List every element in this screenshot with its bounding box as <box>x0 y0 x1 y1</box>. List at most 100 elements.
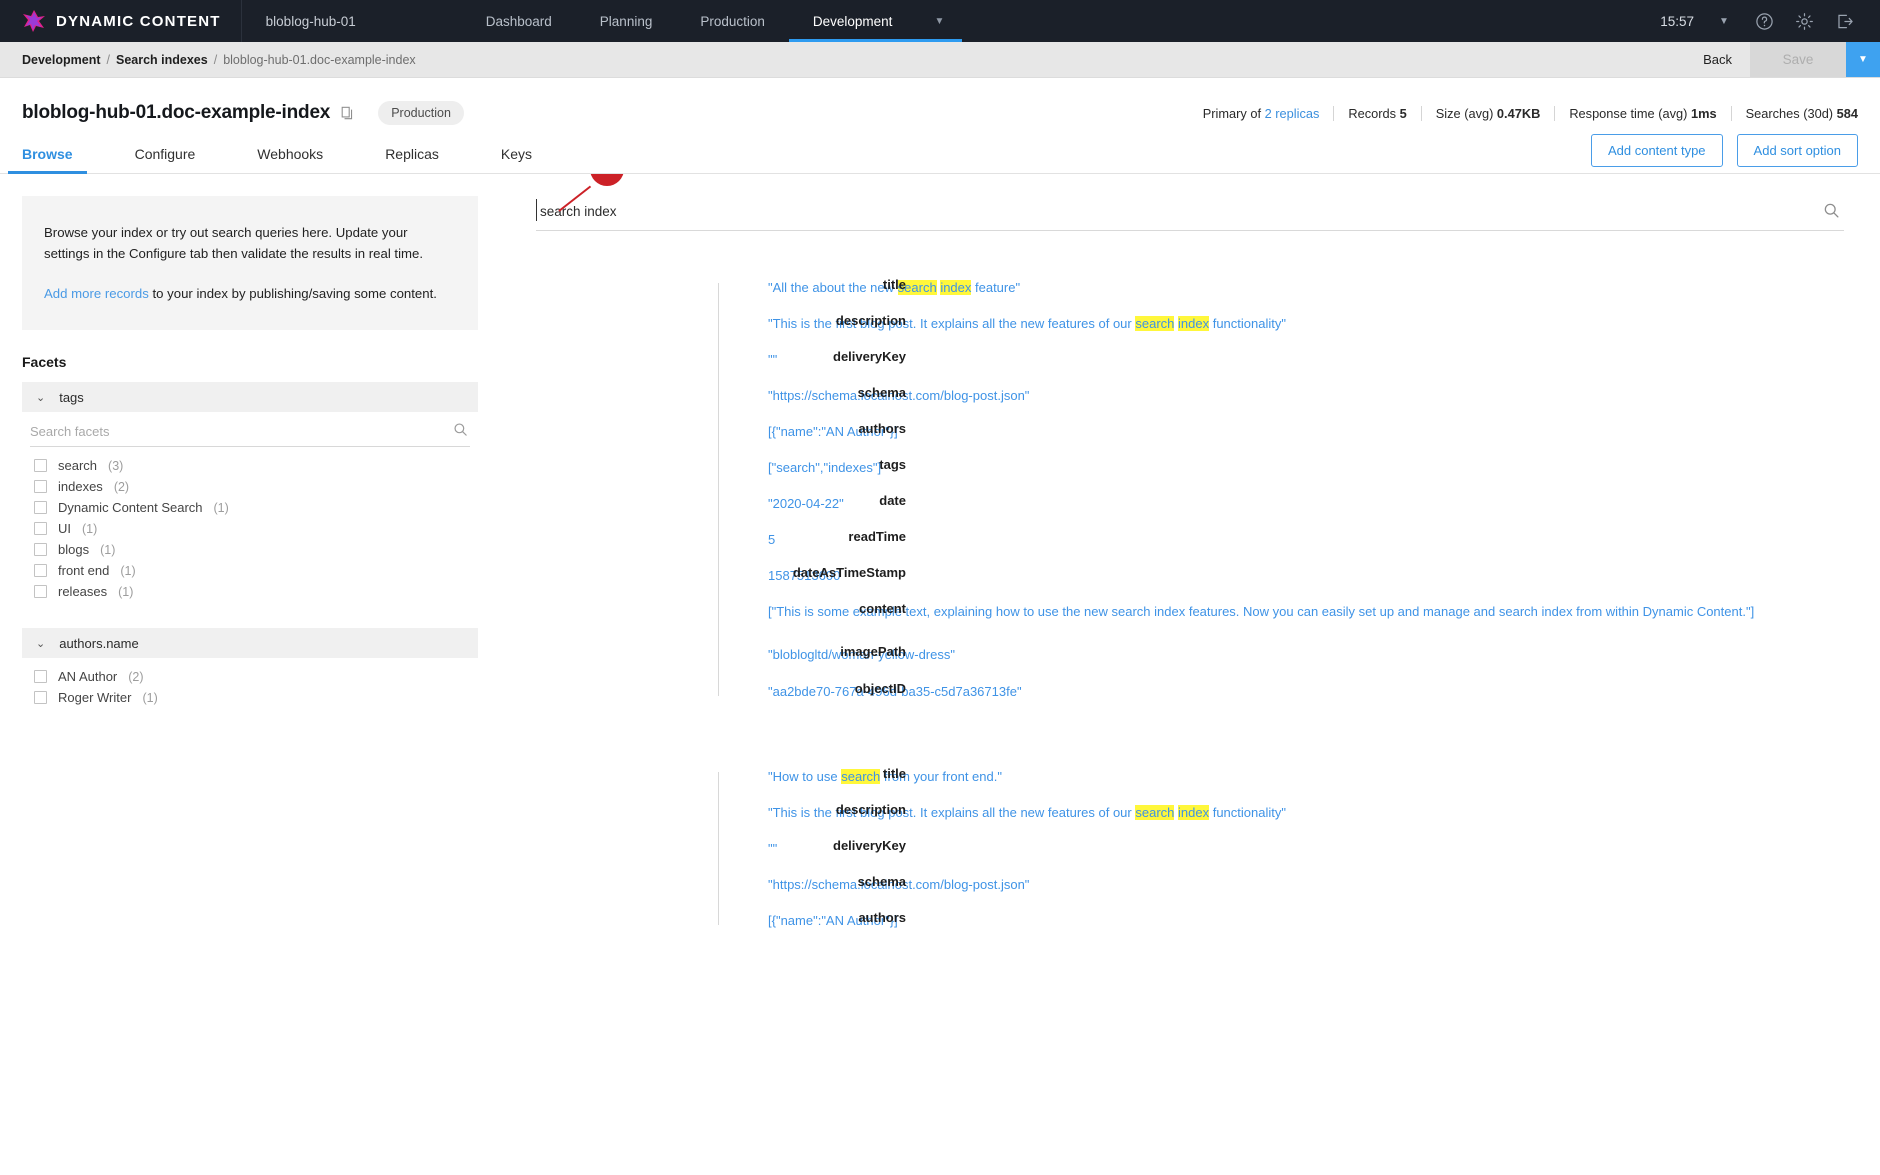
back-button[interactable]: Back <box>1685 42 1750 77</box>
stat-searches: Searches (30d) 584 <box>1732 106 1858 121</box>
facet-item-front-end[interactable]: front end (1) <box>22 560 478 581</box>
chevron-down-icon: ⌄ <box>36 637 46 650</box>
facet-item-dynamic-content-search[interactable]: Dynamic Content Search (1) <box>22 497 478 518</box>
checkbox-icon[interactable] <box>34 543 47 557</box>
nav-item-planning[interactable]: Planning <box>576 0 677 42</box>
tab-configure[interactable]: Configure <box>135 146 196 173</box>
clock: 15:57 <box>1660 13 1694 29</box>
brand-logo[interactable]: DYNAMIC CONTENT <box>0 0 242 42</box>
checkbox-icon[interactable] <box>34 501 47 515</box>
facet-item-an-author[interactable]: AN Author (2) <box>22 666 478 687</box>
stat-response-time-label: Response time (avg) <box>1569 105 1688 121</box>
record-field: tags ["search","indexes"] <box>736 457 1844 478</box>
facet-group-tags: ⌄ tags search (3) index <box>22 382 478 602</box>
hub-selector[interactable]: bloblog-hub-01 <box>242 0 380 42</box>
facet-item-label: Roger Writer <box>58 690 132 706</box>
field-key: deliveryKey <box>833 349 906 365</box>
field-key: schema <box>857 873 906 889</box>
help-icon[interactable] <box>1744 0 1784 42</box>
stat-replicas-label: Primary of <box>1202 105 1262 121</box>
checkbox-icon[interactable] <box>34 480 47 494</box>
tab-webhooks[interactable]: Webhooks <box>257 146 323 173</box>
facet-item-label: indexes <box>58 479 103 495</box>
record-field: authors [{"name":"AN Author"}] <box>736 421 1844 442</box>
facet-item-label: releases <box>58 584 108 600</box>
facet-group-header-authors-name[interactable]: ⌄ authors.name <box>22 628 478 659</box>
add-records-rest: to your index by publishing/saving some … <box>148 285 437 301</box>
tab-replicas[interactable]: Replicas <box>385 146 439 173</box>
search-index-bar <box>536 199 1844 231</box>
tab-keys[interactable]: Keys <box>501 146 532 173</box>
record-field: date "2020-04-22" <box>736 493 1844 514</box>
breadcrumb-item-search-indexes[interactable]: Search indexes <box>116 53 208 67</box>
record-field: schema "https://schema.localhost.com/blo… <box>736 874 1844 895</box>
facets-sidebar: Browse your index or try out search quer… <box>0 174 500 1175</box>
browse-info-text: Browse your index or try out search quer… <box>44 225 423 262</box>
record-field: dateAsTimeStamp 1587513600 <box>736 565 1844 586</box>
search-icon[interactable] <box>1823 202 1840 224</box>
chevron-down-icon[interactable]: ▼ <box>892 0 963 42</box>
nav-item-development[interactable]: Development <box>788 0 917 42</box>
search-input[interactable] <box>536 202 1844 221</box>
add-content-type-button[interactable]: Add content type <box>1590 134 1723 167</box>
facet-item-label: UI <box>58 521 71 537</box>
stat-replicas-value[interactable]: 2 replicas <box>1265 106 1320 121</box>
field-key: schema <box>857 385 906 401</box>
record-field: description "This is the first blog post… <box>736 802 1844 823</box>
top-navigation-bar: DYNAMIC CONTENT bloblog-hub-01 Dashboard… <box>0 0 1880 42</box>
checkbox-icon[interactable] <box>34 459 47 473</box>
breadcrumb-separator: / <box>213 52 218 67</box>
checkbox-icon[interactable] <box>34 585 47 599</box>
environment-badge: Production <box>378 101 464 125</box>
stat-response-time: Response time (avg) 1ms <box>1555 105 1732 121</box>
facet-group-label-tags: tags <box>59 389 84 405</box>
facet-group-authors-name: ⌄ authors.name AN Author (2) Roger Write… <box>22 628 478 708</box>
brand-name: DYNAMIC CONTENT <box>56 12 221 30</box>
checkbox-icon[interactable] <box>34 522 47 536</box>
facet-item-roger-writer[interactable]: Roger Writer (1) <box>22 687 478 708</box>
facet-item-count: (1) <box>82 521 98 536</box>
stat-records: Records 5 <box>1334 105 1422 121</box>
record-field: title "All the about the new search inde… <box>736 277 1844 298</box>
search-icon[interactable] <box>453 422 468 442</box>
page-body: Browse your index or try out search quer… <box>0 174 1880 1175</box>
add-sort-option-button[interactable]: Add sort option <box>1736 134 1858 167</box>
stat-size-value: 0.47KB <box>1496 105 1541 121</box>
nav-item-production[interactable]: Production <box>676 0 789 42</box>
facet-list-tags: search (3) indexes (2) Dynamic Content S… <box>22 447 478 602</box>
checkbox-icon[interactable] <box>34 670 47 684</box>
nav-item-dashboard[interactable]: Dashboard <box>462 0 576 42</box>
main-nav-items: Dashboard Planning Production Developmen… <box>462 0 963 42</box>
field-key: imagePath <box>840 644 906 660</box>
top-nav-right-cluster: 15:57 ▼ <box>1650 0 1880 42</box>
logout-icon[interactable] <box>1824 0 1864 42</box>
facet-item-count: (1) <box>142 690 158 705</box>
record-field: objectID "aa2bde70-767a-496d-ba35-c5d7a3… <box>736 681 1844 702</box>
browse-info-box: Browse your index or try out search quer… <box>22 196 478 331</box>
facet-search-wrapper <box>30 418 470 448</box>
breadcrumb-separator: / <box>106 52 110 67</box>
facet-item-releases[interactable]: releases (1) <box>22 581 478 602</box>
facet-list-authors-name: AN Author (2) Roger Writer (1) <box>22 658 478 708</box>
checkbox-icon[interactable] <box>34 691 47 705</box>
tab-browse[interactable]: Browse <box>8 146 87 174</box>
copy-icon[interactable] <box>340 106 354 120</box>
facet-item-indexes[interactable]: indexes (2) <box>22 476 478 497</box>
checkbox-icon[interactable] <box>34 564 47 578</box>
field-key: description <box>835 313 906 329</box>
facet-item-label: Dynamic Content Search <box>58 500 203 516</box>
facet-item-blogs[interactable]: blogs (1) <box>22 539 478 560</box>
breadcrumb-item-development[interactable]: Development <box>22 53 101 67</box>
facet-item-ui[interactable]: UI (1) <box>22 518 478 539</box>
add-more-records-link[interactable]: Add more records <box>44 286 149 301</box>
facet-item-search[interactable]: search (3) <box>22 455 478 476</box>
gear-icon[interactable] <box>1784 0 1824 42</box>
tab-bar-actions: Add content type Add sort option <box>1590 134 1858 173</box>
facet-group-header-tags[interactable]: ⌄ tags <box>22 382 478 413</box>
clock-chevron-down-icon[interactable]: ▼ <box>1704 0 1744 42</box>
field-key: content <box>859 601 906 617</box>
facet-item-label: search <box>58 458 98 474</box>
facet-search-input[interactable] <box>30 418 470 447</box>
field-key: deliveryKey <box>833 837 906 853</box>
save-dropdown-caret-icon[interactable]: ▼ <box>1846 42 1880 77</box>
